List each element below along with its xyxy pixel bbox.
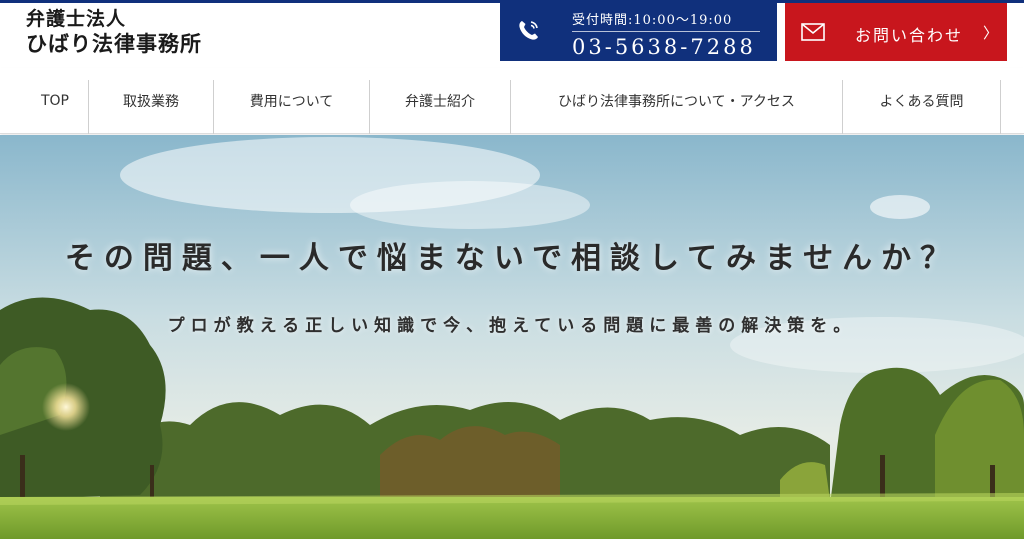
mail-icon [801, 23, 825, 41]
contact-button-label: お問い合わせ [855, 26, 964, 45]
nav-item-services[interactable]: 取扱業務 [89, 68, 213, 134]
phone-icon [519, 21, 538, 40]
hero-landscape-image [0, 135, 1024, 539]
site-logo[interactable]: 弁護士法人 ひばり法律事務所 [26, 8, 202, 58]
phone-number[interactable]: 03-5638-7288 [572, 35, 756, 59]
global-nav: TOP 取扱業務 費用について 弁護士紹介 ひばり法律事務所について・アクセス … [0, 68, 1024, 134]
hero-subline: プロが教える正しい知識で今、抱えている問題に最善の解決策を。 [167, 316, 857, 336]
nav-item-faq[interactable]: よくある質問 [843, 68, 1000, 134]
nav-item-about-access[interactable]: ひばり法律事務所について・アクセス [511, 68, 842, 134]
logo-line-1: 弁護士法人 [26, 8, 127, 30]
phone-divider [572, 31, 760, 32]
nav-item-fees[interactable]: 費用について [214, 68, 369, 134]
contact-button[interactable]: お問い合わせ 〉 [785, 3, 1007, 61]
hero-headline: その問題、一人で悩まないで相談してみませんか？ [64, 241, 960, 276]
hero-banner: その問題、一人で悩まないで相談してみませんか？ プロが教える正しい知識で今、抱え… [0, 135, 1024, 539]
phone-contact-box[interactable]: 受付時間:10:00〜19:00 03-5638-7288 [500, 3, 777, 61]
nav-item-lawyers[interactable]: 弁護士紹介 [370, 68, 510, 134]
chevron-right-icon: 〉 [983, 24, 999, 42]
phone-hours: 受付時間:10:00〜19:00 [572, 13, 733, 28]
nav-divider [1000, 80, 1001, 134]
logo-line-2: ひばり法律事務所 [26, 32, 202, 56]
nav-item-top[interactable]: TOP [22, 68, 88, 134]
